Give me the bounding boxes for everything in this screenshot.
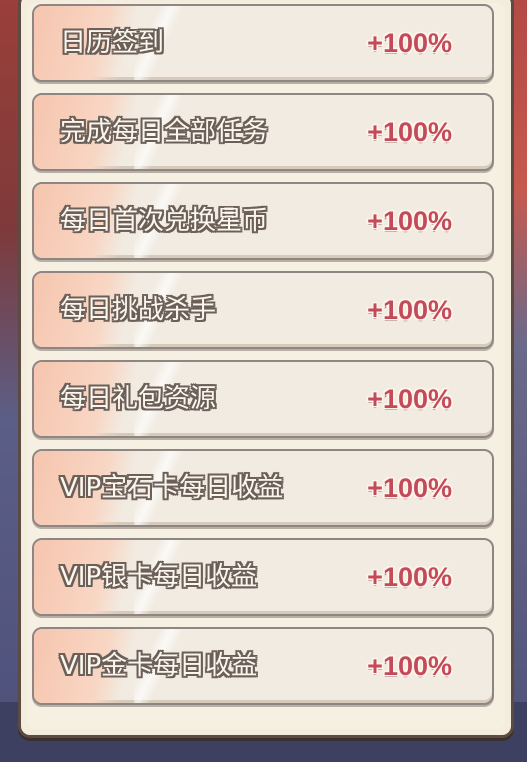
- bonus-row-value: +100%: [367, 562, 452, 592]
- bonus-row-vip-gold-card: VIP金卡每日收益 +100%: [32, 627, 494, 705]
- bonus-row-value: +100%: [367, 473, 452, 503]
- bonus-row-label: VIP银卡每日收益: [60, 562, 258, 592]
- bonus-row-first-star-coin-exchange: 每日首次兑换星币 +100%: [32, 182, 494, 260]
- bonus-row-label: 每日礼包资源: [60, 384, 217, 414]
- bonus-row-label: 完成每日全部任务: [60, 117, 269, 147]
- bonus-row-daily-gift-pack: 每日礼包资源 +100%: [32, 360, 494, 438]
- bonus-row-label: VIP宝石卡每日收益: [60, 473, 284, 503]
- bonus-row-label: 每日首次兑换星币: [60, 206, 269, 236]
- bonus-row-label: VIP金卡每日收益: [60, 651, 258, 681]
- bonus-row-value: +100%: [367, 206, 452, 236]
- bonus-row-daily-killer-challenge: 每日挑战杀手 +100%: [32, 271, 494, 349]
- bonus-list[interactable]: 日历签到 +100% 完成每日全部任务 +100% 每日首次兑换星币 +100%…: [32, 4, 494, 716]
- bonus-row-vip-gem-card: VIP宝石卡每日收益 +100%: [32, 449, 494, 527]
- bonus-row-value: +100%: [367, 384, 452, 414]
- bonus-row-vip-silver-card: VIP银卡每日收益 +100%: [32, 538, 494, 616]
- bonus-row-value: +100%: [367, 295, 452, 325]
- bonus-row-label: 日历签到: [60, 28, 165, 58]
- bonus-row-calendar-checkin: 日历签到 +100%: [32, 4, 494, 82]
- bonus-row-complete-all-tasks: 完成每日全部任务 +100%: [32, 93, 494, 171]
- bonus-row-value: +100%: [367, 117, 452, 147]
- bonus-row-value: +100%: [367, 28, 452, 58]
- bonus-row-label: 每日挑战杀手: [60, 295, 217, 325]
- bonus-row-value: +100%: [367, 651, 452, 681]
